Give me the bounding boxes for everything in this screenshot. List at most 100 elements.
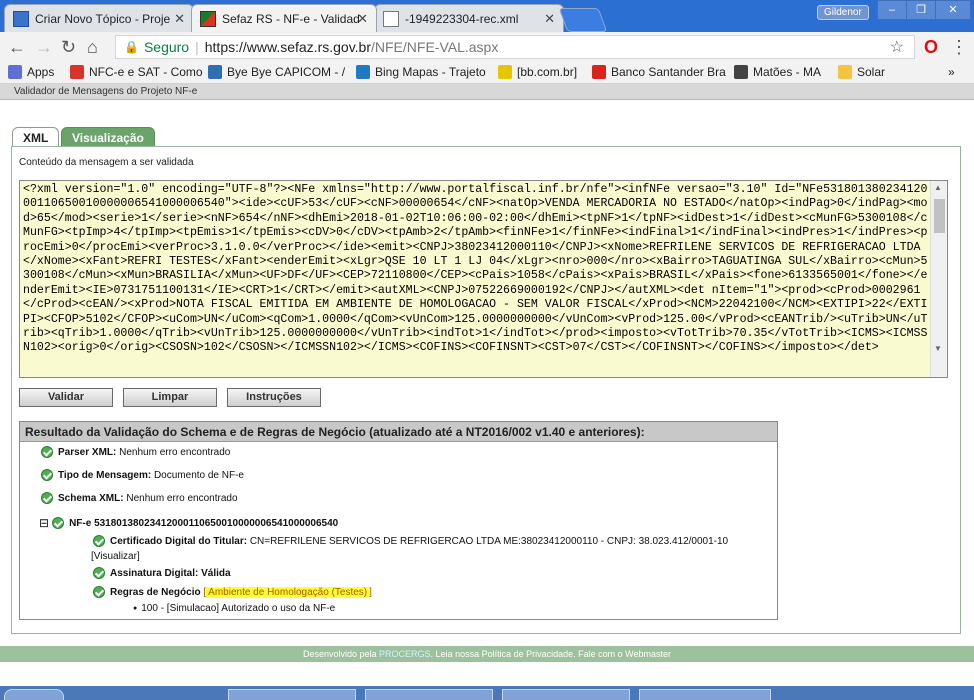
forum-icon	[13, 10, 29, 27]
bookmark-favicon-icon	[498, 65, 512, 79]
close-window-icon[interactable]: ✕	[935, 0, 971, 20]
visualizar-link[interactable]: [Visualizar]	[91, 551, 140, 562]
folder-icon	[838, 65, 852, 79]
check-icon	[41, 492, 53, 504]
browser-tab-sefaz[interactable]: Sefaz RS - NF-e - Validad ✕	[191, 4, 377, 32]
bookmarks-more-button[interactable]: »	[948, 65, 955, 79]
assinatura-value: Válida	[201, 567, 231, 579]
bookmark-santander[interactable]: Banco Santander Bra	[592, 65, 726, 79]
browser-tab-xml[interactable]: -1949223304-rec.xml ✕	[374, 4, 564, 32]
tab-title: Sefaz RS - NF-e - Validad	[222, 11, 360, 26]
check-icon	[41, 446, 53, 458]
regras-row: Regras de Negócio [ Ambiente de Homologa…	[93, 586, 372, 598]
close-icon[interactable]: ✕	[357, 11, 368, 27]
bookmark-label: Solar	[857, 65, 886, 79]
collapse-toggle-icon[interactable]: ⊟	[39, 516, 49, 530]
content-label: Conteúdo da mensagem a ser validada	[19, 157, 194, 168]
parser-value: Nenhum erro encontrado	[119, 446, 231, 458]
taskbar-item[interactable]	[365, 689, 493, 700]
star-icon[interactable]: ☆	[890, 37, 904, 57]
bookmark-apps[interactable]: Apps	[8, 65, 54, 79]
procergs-link[interactable]: PROCERGS	[379, 649, 431, 659]
new-tab-button[interactable]	[558, 8, 608, 32]
back-arrow-icon[interactable]: ←	[8, 37, 26, 57]
restore-icon[interactable]: ❐	[906, 0, 936, 20]
taskbar-item[interactable]	[639, 689, 771, 700]
ambiente-badge: Ambiente de Homologação (Testes)	[206, 586, 370, 598]
reload-icon[interactable]: ↻	[61, 37, 76, 57]
taskbar-item[interactable]	[228, 689, 356, 700]
minimize-icon[interactable]: –	[877, 0, 907, 20]
close-icon[interactable]: ✕	[174, 11, 185, 27]
lock-icon: 🔒	[124, 40, 139, 54]
bookmark-label: [bb.com.br]	[517, 65, 578, 79]
footer-prefix: Desenvolvido pela	[302, 649, 377, 659]
bookmark-favicon-icon	[734, 65, 748, 79]
schema-label: Schema XML:	[58, 492, 124, 504]
nfe-label: NF-e 53180138023412000110650010000006541…	[69, 517, 339, 529]
scroll-down-icon[interactable]: ▼	[934, 344, 942, 353]
url-input[interactable]: 🔒 Seguro | https://www.sefaz.rs.gov.br /…	[115, 35, 915, 59]
validar-button[interactable]: Validar	[19, 388, 113, 407]
forward-arrow-icon[interactable]: →	[35, 37, 53, 57]
limpar-button[interactable]: Limpar	[123, 388, 217, 407]
parser-xml-row: Parser XML: Nenhum erro encontrado	[41, 446, 230, 458]
bookmark-favicon-icon	[356, 65, 370, 79]
scroll-up-icon[interactable]: ▲	[934, 183, 942, 192]
regras-label: Regras de Negócio	[110, 586, 201, 598]
opera-icon[interactable]: O	[924, 37, 938, 57]
menu-dots-icon[interactable]: ⋮	[950, 37, 968, 57]
start-button[interactable]	[4, 689, 64, 700]
bookmark-bb[interactable]: [bb.com.br]	[498, 65, 577, 79]
status-message: 100 - [Simulacao] Autorizado o uso da NF…	[141, 603, 336, 614]
parser-label: Parser XML:	[58, 446, 117, 458]
bookmark-label: Apps	[27, 65, 55, 79]
instrucoes-button[interactable]: Instruções	[227, 388, 321, 407]
taskbar-item[interactable]	[502, 689, 630, 700]
certificado-row: Certificado Digital do Titular: CN=REFRI…	[93, 535, 728, 547]
bookmark-favicon-icon	[70, 65, 84, 79]
check-icon	[41, 469, 53, 481]
bookmark-nfce[interactable]: NFC-e e SAT - Como	[70, 65, 203, 79]
tipo-mensagem-row: Tipo de Mensagem: Documento de NF-e	[41, 469, 244, 481]
bookmark-label: Bing Mapas - Trajeto	[375, 65, 486, 79]
bookmark-label: Bye Bye CAPICOM - /	[227, 65, 346, 79]
webmaster-link[interactable]: Fale com o Webmaster	[578, 649, 671, 659]
tab-xml[interactable]: XML	[12, 127, 60, 147]
xml-textarea[interactable]: <?xml version="1.0" encoding="UTF-8"?><N…	[19, 180, 948, 378]
bookmark-capicom[interactable]: Bye Bye CAPICOM - /	[208, 65, 345, 79]
check-icon	[93, 567, 105, 579]
browser-tab-strip: Criar Novo Tópico - Proje ✕ Sefaz RS - N…	[0, 0, 974, 32]
xml-content: <?xml version="1.0" encoding="UTF-8"?><N…	[23, 183, 928, 355]
url-separator: |	[195, 39, 199, 55]
nfe-row: ⊟ NF-e 531801380234120001106500100000065…	[39, 516, 338, 530]
bookmark-favicon-icon	[592, 65, 606, 79]
bookmark-solar[interactable]: Solar	[838, 65, 885, 79]
assinatura-row: Assinatura Digital: Válida	[93, 567, 231, 579]
bookmark-bing[interactable]: Bing Mapas - Trajeto	[356, 65, 486, 79]
privacy-link[interactable]: Leia nossa Política de Privacidade.	[436, 649, 576, 659]
scroll-thumb[interactable]	[934, 199, 945, 233]
address-bar: ← → ↻ ⌂ 🔒 Seguro | https://www.sefaz.rs.…	[0, 32, 974, 62]
home-icon[interactable]: ⌂	[87, 37, 98, 57]
url-path: /NFE/NFE-VAL.aspx	[371, 39, 499, 55]
scrollbar[interactable]: ▲ ▼	[930, 181, 947, 377]
apps-grid-icon	[8, 65, 22, 79]
sefaz-icon	[200, 10, 216, 27]
check-icon	[52, 517, 65, 529]
page-header: Validador de Mensagens do Projeto NF-e	[0, 84, 974, 100]
bookmark-matoes[interactable]: Matões - MA	[734, 65, 821, 79]
bookmarks-bar: Apps NFC-e e SAT - Como Bye Bye CAPICOM …	[0, 62, 974, 84]
profile-button[interactable]: Gildenor	[817, 5, 869, 20]
close-icon[interactable]: ✕	[544, 11, 555, 27]
page-footer: Desenvolvido pela PROCERGS. Leia nossa P…	[0, 646, 974, 662]
schema-xml-row: Schema XML: Nenhum erro encontrado	[41, 492, 238, 504]
check-icon	[93, 535, 105, 547]
assinatura-label: Assinatura Digital:	[110, 567, 199, 579]
status-row: ● 100 - [Simulacao] Autorizado o uso da …	[133, 603, 335, 614]
tipo-value: Documento de NF-e	[153, 469, 244, 481]
document-icon	[383, 10, 399, 27]
schema-value: Nenhum erro encontrado	[126, 492, 238, 504]
tab-visualizacao[interactable]: Visualização	[61, 127, 155, 147]
browser-tab-forum[interactable]: Criar Novo Tópico - Proje ✕	[4, 4, 194, 32]
